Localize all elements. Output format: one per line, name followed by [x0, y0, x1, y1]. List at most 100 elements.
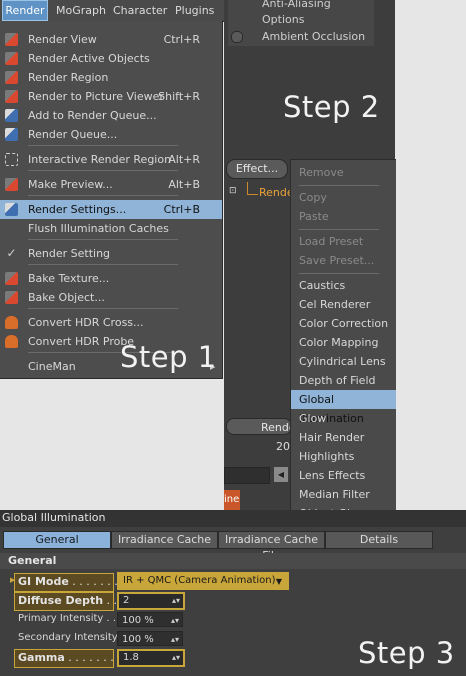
- effect-button[interactable]: Effect...: [226, 159, 288, 179]
- secondary-intensity-stepper[interactable]: 100 % ▴▾: [117, 631, 183, 646]
- menu-character[interactable]: Character: [113, 0, 167, 21]
- bake-texture-icon: [5, 272, 18, 285]
- add-queue-icon: [5, 109, 18, 122]
- menu-item-label: Bake Object...: [28, 291, 105, 304]
- section-general-heading: General: [8, 554, 57, 567]
- menu-item-label: Render Region: [28, 71, 109, 84]
- effects-load-preset: Load Preset: [299, 235, 364, 248]
- gamma-stepper[interactable]: 1.8 ▴▾: [117, 649, 185, 667]
- stepper-arrows-icon: ▴▾: [170, 616, 179, 625]
- expand-arrow-icon[interactable]: ▶: [10, 576, 15, 584]
- tab-general[interactable]: General: [3, 531, 111, 549]
- shortcut-label: Alt+R: [168, 153, 200, 166]
- menu-divider: [28, 170, 178, 171]
- shortcut-label: Shift+R: [158, 90, 200, 103]
- frame-number: 20: [276, 440, 290, 453]
- param-label: Secondary Intensity: [18, 632, 118, 643]
- menu-item-label: Render Setting: [28, 247, 111, 260]
- hdr-cross-icon: [5, 316, 18, 329]
- step-3-label: Step 3: [358, 636, 455, 670]
- primary-intensity-stepper[interactable]: 100 % ▴▾: [117, 612, 183, 627]
- menu-item-label: Render View: [28, 33, 97, 46]
- menu-item-label: Render Active Objects: [28, 52, 150, 65]
- menu-item-render-queue[interactable]: Render Queue...: [0, 125, 222, 144]
- tab-details[interactable]: Details: [325, 531, 433, 549]
- effects-caustics[interactable]: Caustics: [291, 276, 396, 295]
- menu-divider: [28, 195, 178, 196]
- menu-item-flush-caches[interactable]: Flush Illumination Caches: [0, 219, 222, 238]
- gi-mode-value: IR + QMC (Camera Animation): [123, 575, 276, 586]
- menu-item-render-setting[interactable]: ✓ Render Setting: [0, 244, 222, 263]
- ambient-occlusion-checkbox[interactable]: [231, 31, 243, 43]
- effects-color-correction[interactable]: Color Correction: [291, 314, 396, 333]
- menubar: Render MoGraph Character Plugins: [0, 0, 224, 22]
- bake-object-icon: [5, 291, 18, 304]
- effects-cylindrical-lens[interactable]: Cylindrical Lens: [291, 352, 396, 371]
- menu-divider: [299, 273, 379, 274]
- tab-irradiance-cache[interactable]: Irradiance Cache: [111, 531, 218, 549]
- menu-render[interactable]: Render: [2, 0, 48, 21]
- play-back-icon[interactable]: ◀: [274, 467, 288, 482]
- stepper-arrows-icon: ▴▾: [170, 635, 179, 644]
- effects-median-filter[interactable]: Median Filter: [291, 485, 396, 504]
- menu-divider: [28, 239, 178, 240]
- step-1-label: Step 1: [120, 340, 217, 374]
- effects-highlights[interactable]: Highlights: [291, 447, 396, 466]
- secondary-intensity-label: Secondary Intensity: [18, 632, 118, 643]
- tab-irradiance-cache-file[interactable]: Irradiance Cache File: [218, 531, 325, 562]
- effects-cel-renderer[interactable]: Cel Renderer: [291, 295, 396, 314]
- render-view-icon: [5, 33, 18, 46]
- menu-item-render-settings[interactable]: Render Settings... Ctrl+B: [0, 200, 222, 219]
- gi-panel-title: Global Illumination: [2, 511, 106, 524]
- menu-item-render-view[interactable]: Render View Ctrl+R: [0, 30, 222, 49]
- param-label: Diffuse Depth: [18, 594, 104, 607]
- menu-item-render-region[interactable]: Render Region: [0, 68, 222, 87]
- effects-paste: Paste: [299, 210, 329, 223]
- menu-item-interactive-region[interactable]: Interactive Render Region Alt+R: [0, 150, 222, 169]
- menu-divider: [28, 145, 178, 146]
- menu-item-bake-object[interactable]: Bake Object...: [0, 288, 222, 307]
- engine-tab: ine: [224, 490, 240, 510]
- diffuse-depth-stepper[interactable]: 2 ▴▾: [117, 592, 185, 610]
- render-objects-icon: [5, 52, 18, 65]
- menu-item-label: Render Queue...: [28, 128, 118, 141]
- shortcut-label: Ctrl+B: [163, 203, 200, 216]
- menu-mograph[interactable]: MoGraph: [56, 0, 106, 21]
- menu-divider: [299, 229, 379, 230]
- param-label: GI Mode: [18, 575, 69, 588]
- param-label: Gamma: [18, 651, 65, 664]
- menu-item-bake-texture[interactable]: Bake Texture...: [0, 269, 222, 288]
- menu-item-hdr-cross[interactable]: Convert HDR Cross...: [0, 313, 222, 332]
- effects-glow[interactable]: Glow: [291, 409, 396, 428]
- effects-depth-of-field[interactable]: Depth of Field: [291, 371, 396, 390]
- shortcut-label: Alt+B: [168, 178, 200, 191]
- menu-divider: [299, 185, 379, 186]
- section-header-bar: [0, 553, 466, 569]
- primary-intensity-value: 100 %: [122, 615, 154, 626]
- menu-item-add-render-queue[interactable]: Add to Render Queue...: [0, 106, 222, 125]
- stepper-arrows-icon: ▴▾: [171, 596, 180, 605]
- frame-field[interactable]: [224, 467, 270, 484]
- menu-item-render-picture-viewer[interactable]: Render to Picture Viewer Shift+R: [0, 87, 222, 106]
- render-settings-icon: [5, 203, 18, 216]
- effects-dropdown: Remove Copy Paste Load Preset Save Prese…: [290, 159, 396, 512]
- effects-color-mapping[interactable]: Color Mapping: [291, 333, 396, 352]
- menu-item-label: Interactive Render Region: [28, 153, 172, 166]
- primary-intensity-label: Primary Intensity . . .: [18, 613, 122, 624]
- effects-global-illumination[interactable]: Global Illumination: [291, 390, 396, 425]
- render-tree-item[interactable]: Rende: [259, 186, 294, 199]
- gi-mode-dropdown[interactable]: IR + QMC (Camera Animation) ▼: [117, 572, 289, 590]
- render-button[interactable]: Rende: [226, 418, 296, 435]
- option-anti-aliasing[interactable]: Anti-Aliasing: [262, 0, 331, 10]
- render-menu: Render View Ctrl+R Render Active Objects …: [0, 21, 223, 379]
- option-options[interactable]: Options: [262, 13, 304, 26]
- menu-item-render-active-objects[interactable]: Render Active Objects: [0, 49, 222, 68]
- menu-plugins[interactable]: Plugins: [175, 0, 214, 21]
- effects-hair-render[interactable]: Hair Render: [291, 428, 396, 447]
- option-ambient-occlusion[interactable]: Ambient Occlusion: [262, 30, 365, 43]
- menu-item-make-preview[interactable]: Make Preview... Alt+B: [0, 175, 222, 194]
- render-region-icon: [5, 71, 18, 84]
- diffuse-depth-label: Diffuse Depth . . .: [18, 594, 124, 607]
- effects-lens-effects[interactable]: Lens Effects: [291, 466, 396, 485]
- menu-item-label: Flush Illumination Caches: [28, 222, 169, 235]
